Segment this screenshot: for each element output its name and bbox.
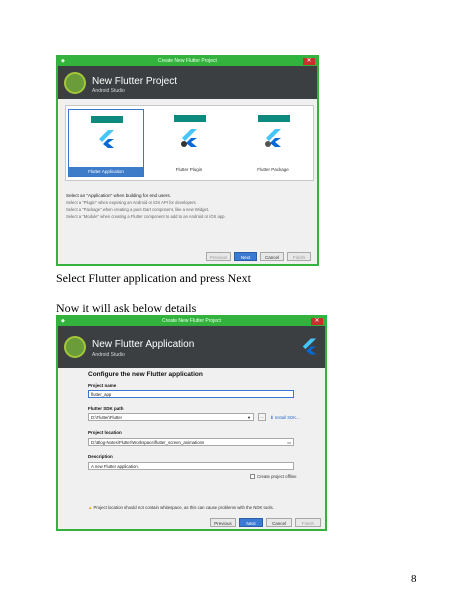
configure-application-window: ◆ Create New Flutter Project ✕ New Flutt… [56,315,327,531]
header-subtitle: Android Studio [92,88,125,94]
next-button[interactable]: Next [239,518,263,527]
android-studio-logo [64,336,86,358]
caption-ask-details: Now it will ask below details [56,301,197,315]
template-label: Flutter Package [257,167,289,172]
flutter-plugin-icon [181,129,197,147]
project-location-label: Project location [88,430,122,435]
cancel-button[interactable]: Cancel [266,518,292,527]
title-bar: ◆ Create New Flutter Project ✕ [58,317,325,326]
browse-sdk-button[interactable]: ... [258,413,266,421]
sdk-path-label: Flutter SDK path [88,406,124,411]
download-icon: ⬇ [270,415,274,420]
template-flutter-package[interactable]: Flutter Package [236,109,310,175]
window-title: Create New Flutter Project [158,58,217,64]
form-title: Configure the new Flutter application [88,371,203,378]
android-studio-logo [64,72,86,94]
sdk-path-select[interactable]: D:\Flutter\Flutter ▼ [88,413,254,421]
wizard-header: New Flutter Application Android Studio [58,326,325,368]
finish-button[interactable]: Finish [295,518,321,527]
warning-message: ▲ Project location should not contain wh… [88,505,274,510]
template-gallery: Flutter Application Flutter Plugin Flutt… [65,105,314,181]
header-title: New Flutter Application [92,339,195,350]
description-input[interactable]: A new Flutter application. [88,462,294,470]
flutter-logo-icon [302,338,317,355]
flutter-package-icon [265,129,281,147]
project-name-input[interactable]: flutter_app [88,390,294,398]
browse-folder-icon[interactable]: ▭ [287,439,291,445]
page-number: 8 [411,573,417,585]
header-subtitle: Android Studio [92,352,125,358]
template-banner [174,115,206,122]
header-title: New Flutter Project [92,76,178,87]
template-flutter-plugin[interactable]: Flutter Plugin [152,109,226,175]
sdk-path-value: D:\Flutter\Flutter [91,415,123,420]
template-flutter-application[interactable]: Flutter Application [68,109,144,177]
description-line: Select an "Application" when building fo… [66,193,171,198]
install-sdk-link[interactable]: ⬇ Install SDK... [270,415,300,421]
create-offline-checkbox[interactable] [250,474,255,479]
description-line: Select a "Plugin" when exposing an Andro… [66,200,197,205]
flutter-icon [99,130,114,148]
next-button[interactable]: Next [234,252,257,261]
project-location-input[interactable]: D:\Blog-Notes\Flutter\Workspace\flutter_… [88,438,294,446]
template-label: Flutter Application [69,167,143,176]
finish-button[interactable]: Finish [287,252,311,261]
template-banner [258,115,290,122]
description-line: Select a "Package" when creating a pure … [66,207,210,212]
window-title: Create New Flutter Project [162,318,221,324]
previous-button[interactable]: Previous [206,252,231,261]
caption-select-application: Select Flutter application and press Nex… [56,271,251,285]
close-button[interactable]: ✕ [303,58,315,65]
create-project-window: ◆ Create New Flutter Project ✕ New Flutt… [56,55,319,266]
wizard-header: New Flutter Project Android Studio [58,66,317,99]
title-bar: ◆ Create New Flutter Project ✕ [58,57,317,66]
warning-icon: ▲ [88,505,93,510]
create-offline-label: Create project offline [257,474,297,479]
description-line: Select a "Module" when creating a Flutte… [66,214,226,219]
close-button[interactable]: ✕ [311,318,323,325]
cancel-button[interactable]: Cancel [260,252,284,261]
previous-button[interactable]: Previous [210,518,236,527]
template-banner [91,116,123,123]
chevron-down-icon: ▼ [247,415,251,420]
description-label: Description [88,454,113,459]
project-name-label: Project name [88,383,117,388]
template-label: Flutter Plugin [175,167,203,172]
